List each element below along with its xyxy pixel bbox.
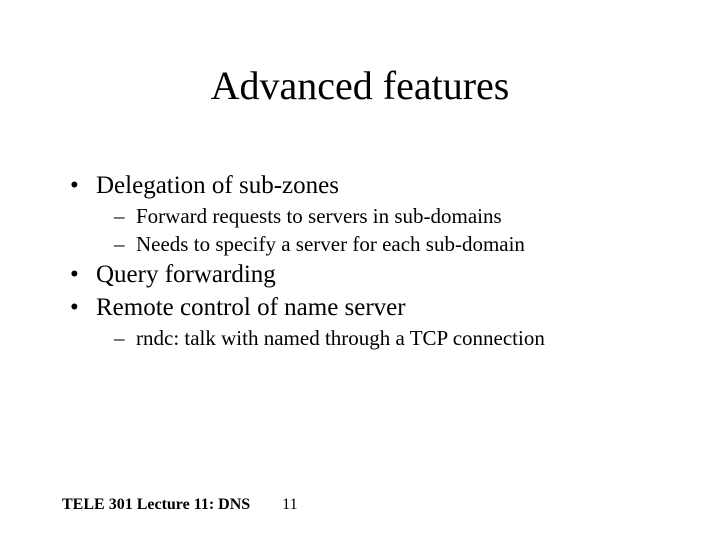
subbullet-1-2-text: Needs to specify a server for each sub-d…	[136, 231, 525, 257]
bullet-3: • Remote control of name server	[70, 292, 660, 323]
slide-title: Advanced features	[0, 62, 720, 109]
dash-icon: –	[114, 231, 136, 257]
footer: TELE 301 Lecture 11: DNS 11	[62, 496, 298, 514]
bullet-dot-icon: •	[70, 259, 96, 290]
dash-icon: –	[114, 325, 136, 351]
slide: Advanced features • Delegation of sub-zo…	[0, 0, 720, 540]
footer-course: TELE 301 Lecture 11: DNS	[62, 496, 250, 514]
subbullet-3-1-text: rndc: talk with named through a TCP conn…	[136, 325, 545, 351]
bullet-1: • Delegation of sub-zones	[70, 170, 660, 201]
slide-body: • Delegation of sub-zones – Forward requ…	[70, 168, 660, 353]
bullet-2-text: Query forwarding	[96, 259, 276, 290]
bullet-2: • Query forwarding	[70, 259, 660, 290]
bullet-3-text: Remote control of name server	[96, 292, 406, 323]
footer-page-number: 11	[282, 496, 297, 514]
subbullet-3-1: – rndc: talk with named through a TCP co…	[114, 325, 660, 351]
bullet-dot-icon: •	[70, 292, 96, 323]
dash-icon: –	[114, 203, 136, 229]
bullet-dot-icon: •	[70, 170, 96, 201]
subbullet-1-2: – Needs to specify a server for each sub…	[114, 231, 660, 257]
bullet-1-text: Delegation of sub-zones	[96, 170, 339, 201]
subbullet-1-1: – Forward requests to servers in sub-dom…	[114, 203, 660, 229]
subbullet-1-1-text: Forward requests to servers in sub-domai…	[136, 203, 502, 229]
